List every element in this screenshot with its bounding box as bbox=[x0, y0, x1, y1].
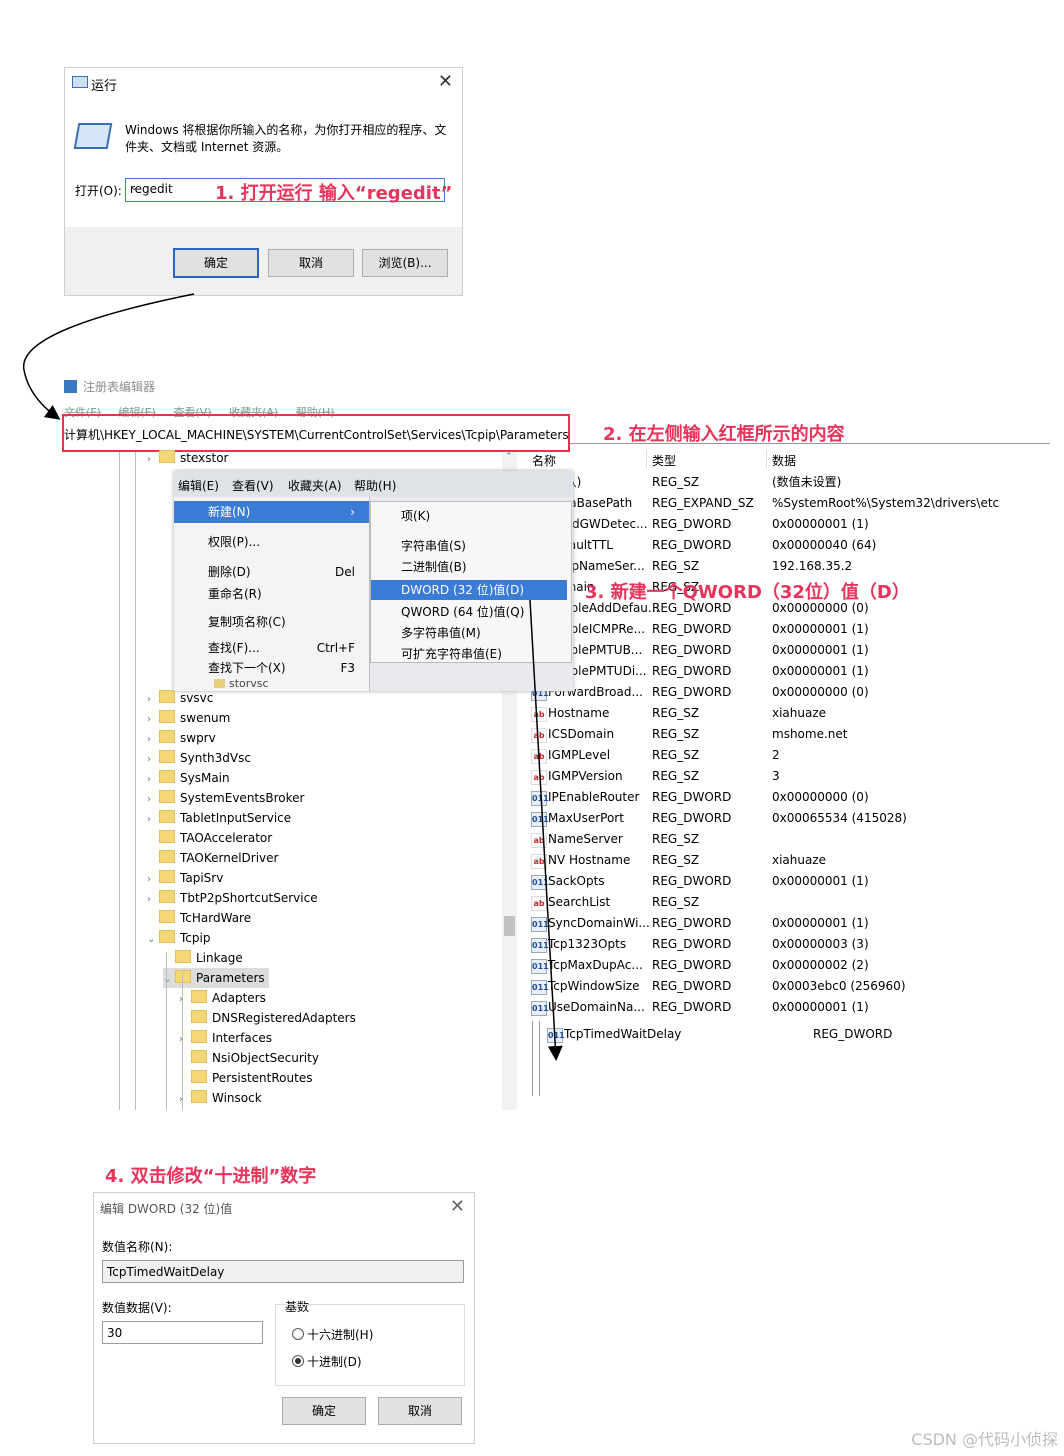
name-label: 数值名称(N): bbox=[102, 1240, 173, 1254]
close-icon[interactable]: ✕ bbox=[450, 1196, 465, 1217]
radio-off-icon bbox=[292, 1328, 304, 1340]
watermark: CSDN @代码小侦探 bbox=[911, 1430, 1058, 1449]
ok-button[interactable]: 确定 bbox=[282, 1397, 366, 1425]
arrow-run-to-regedit bbox=[23, 293, 195, 420]
step4-note: 4. 双击修改“十进制”数字 bbox=[105, 1166, 317, 1187]
base-group bbox=[275, 1304, 465, 1386]
data-label: 数值数据(V): bbox=[102, 1301, 172, 1315]
radio-on-icon bbox=[292, 1355, 304, 1367]
arrow-menu-to-value bbox=[529, 599, 563, 1061]
dec-radio[interactable]: 十进制(D) bbox=[292, 1353, 362, 1370]
hex-radio[interactable]: 十六进制(H) bbox=[292, 1326, 373, 1343]
edit-title: 编辑 DWORD (32 位)值 bbox=[100, 1202, 233, 1216]
value-name-field: TcpTimedWaitDelay bbox=[102, 1260, 464, 1283]
value-data-input[interactable]: 30 bbox=[102, 1321, 263, 1344]
cancel-button[interactable]: 取消 bbox=[378, 1397, 462, 1425]
edit-footer: 确定 取消 bbox=[94, 1392, 474, 1443]
edit-dword-dialog: 编辑 DWORD (32 位)值 ✕ 数值名称(N): TcpTimedWait… bbox=[93, 1192, 475, 1444]
